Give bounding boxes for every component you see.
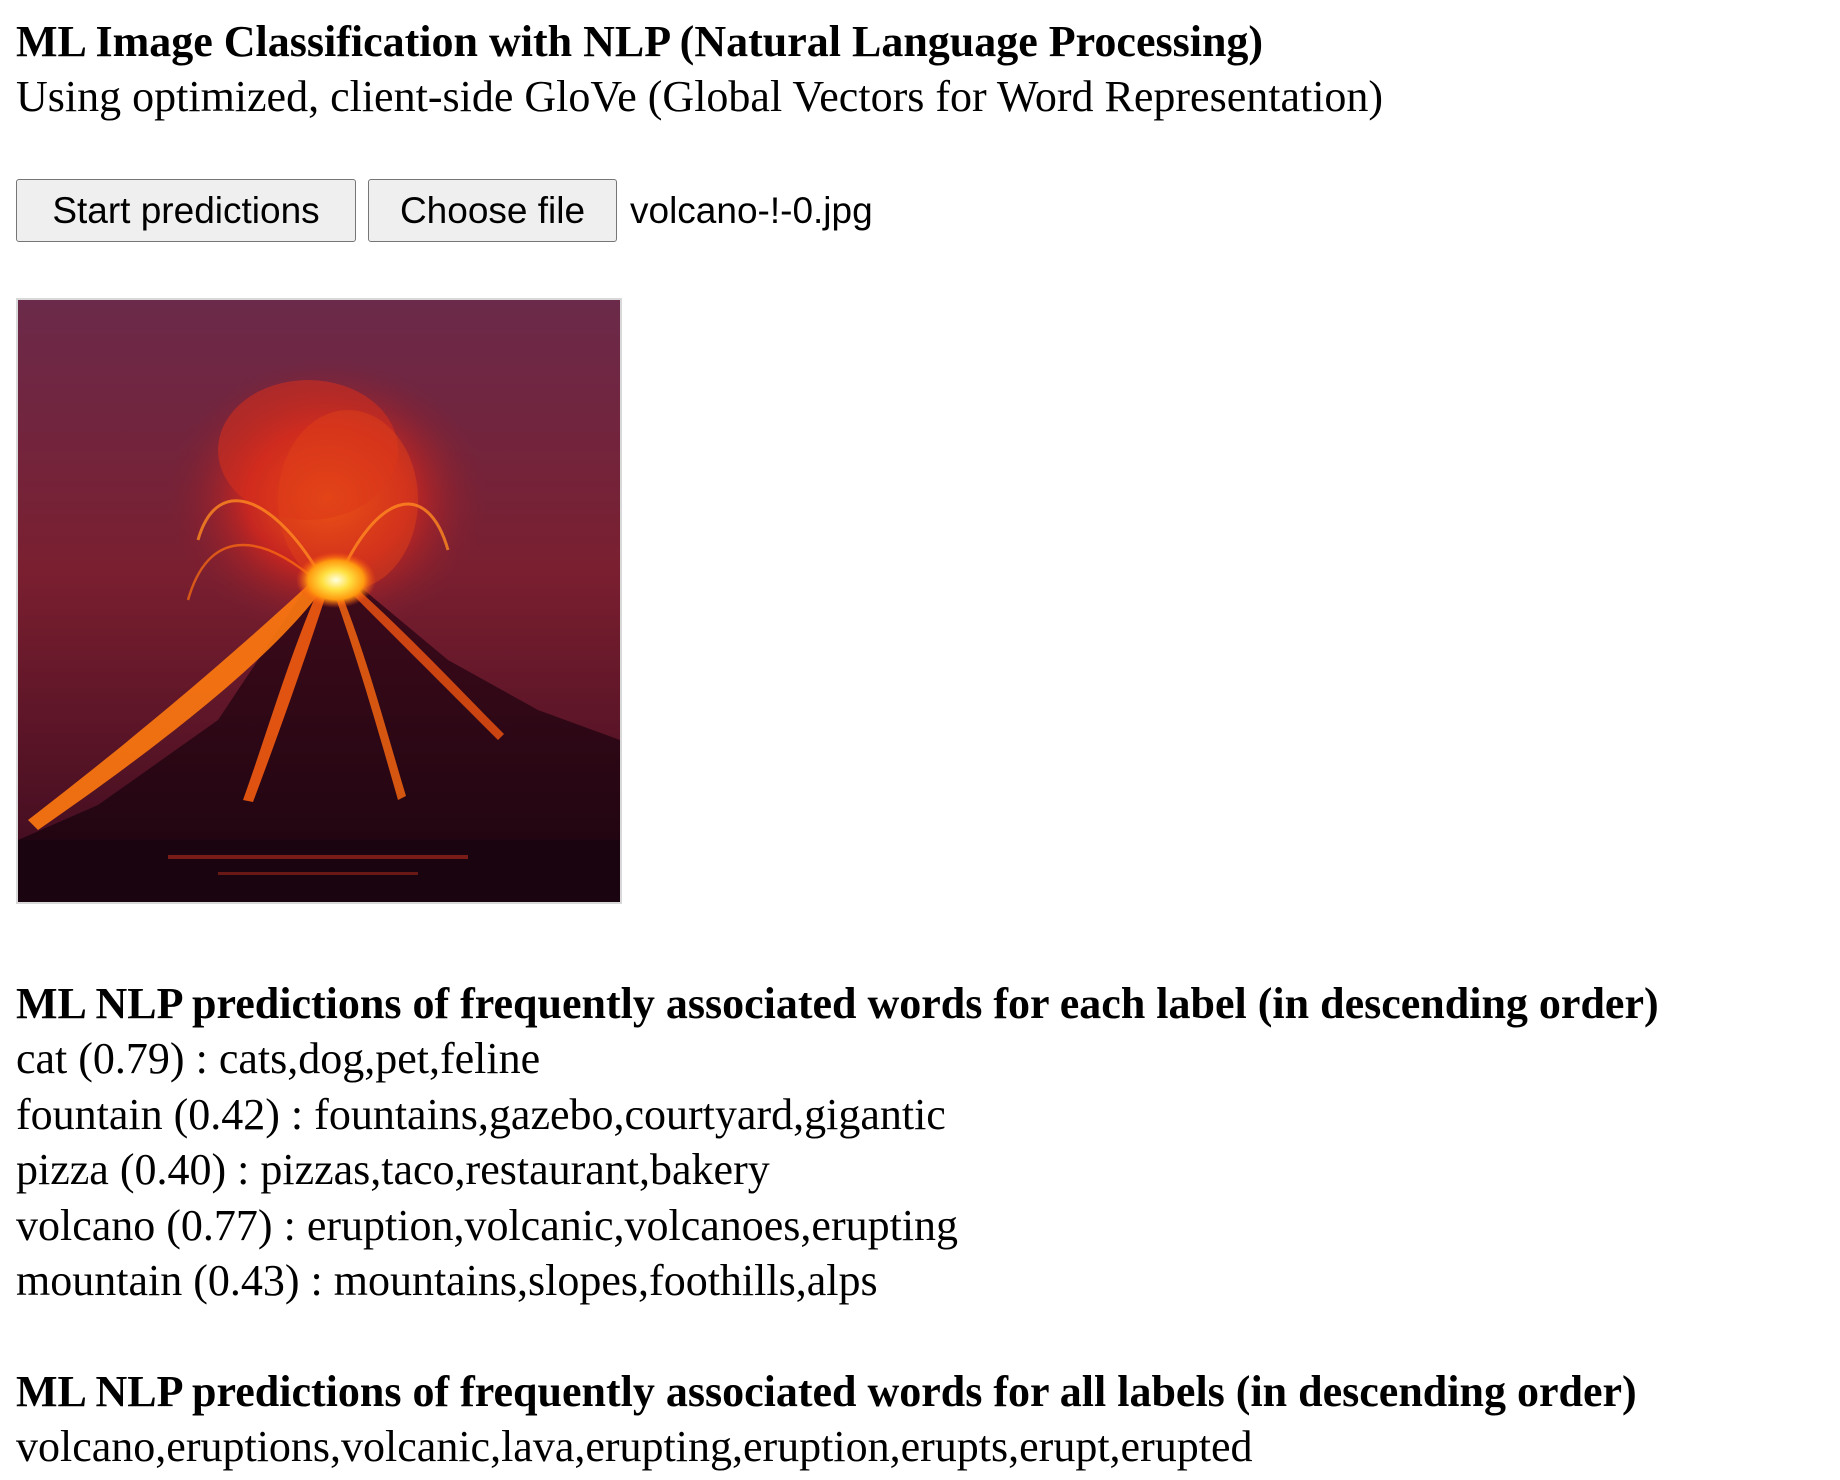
uploaded-image-preview — [16, 298, 622, 904]
prediction-line: volcano (0.77) : eruption,volcanic,volca… — [16, 1200, 959, 1250]
prediction-line: mountain (0.43) : mountains,slopes,footh… — [16, 1256, 878, 1305]
per-label-heading: ML NLP predictions of frequently associa… — [16, 979, 1659, 1028]
page: ML Image Classification with NLP (Natura… — [16, 14, 1816, 1471]
prediction-line: cat (0.79) : cats,dog,pet,feline — [16, 1034, 541, 1083]
all-labels-words: volcano,eruptions,volcanic,lava,erupting… — [16, 1422, 1253, 1471]
controls-bar: Start predictions Choose file volcano-!-… — [16, 179, 873, 242]
selected-file-name: volcano-!-0.jpg — [630, 189, 873, 231]
all-labels-predictions: ML NLP predictions of frequently associa… — [16, 1364, 1836, 1475]
prediction-line: pizza (0.40) : pizzas,taco,restaurant,ba… — [16, 1145, 770, 1194]
page-subtitle: Using optimized, client-side GloVe (Glob… — [16, 72, 1384, 121]
prediction-line: fountain (0.42) : fountains,gazebo,court… — [16, 1089, 946, 1139]
volcano-image — [18, 300, 620, 902]
start-predictions-button[interactable]: Start predictions — [16, 179, 356, 242]
per-label-predictions: ML NLP predictions of frequently associa… — [16, 976, 1836, 1309]
all-labels-heading: ML NLP predictions of frequently associa… — [16, 1367, 1637, 1416]
page-title: ML Image Classification with NLP (Natura… — [16, 17, 1264, 66]
choose-file-button[interactable]: Choose file — [368, 179, 617, 242]
